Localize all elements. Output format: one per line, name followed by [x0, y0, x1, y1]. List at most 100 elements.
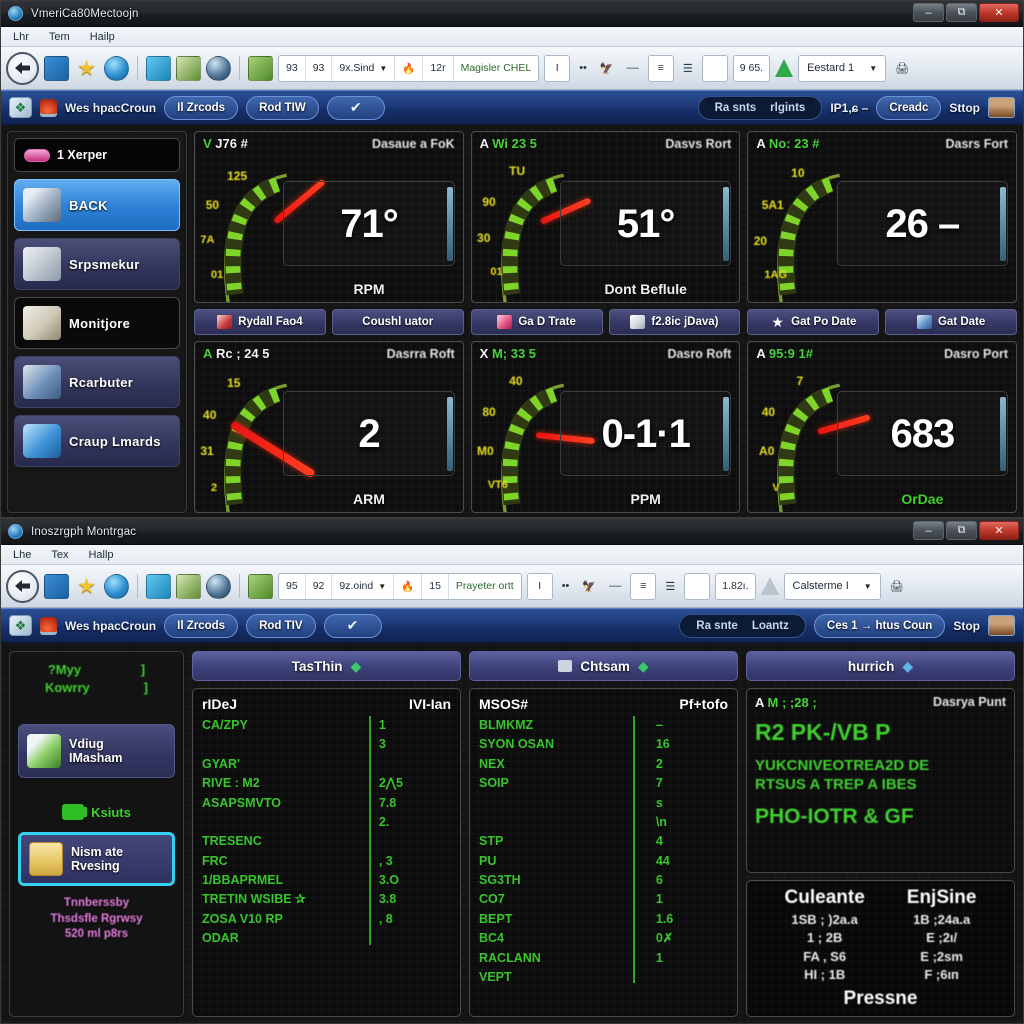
close-button[interactable]: ✕	[979, 3, 1019, 22]
gauge-card[interactable]: V J76 # Dasaue a FoK 125 50 7A 01 71° RP…	[194, 131, 464, 303]
text-tool-icon[interactable]: I	[544, 54, 571, 82]
appbar-pill-1[interactable]: Il Zrcods	[164, 613, 239, 638]
menu-item-file[interactable]: Lhe	[13, 549, 31, 561]
green-box-icon[interactable]	[248, 573, 273, 599]
green-box-icon[interactable]	[248, 55, 273, 81]
stop-button[interactable]: Stop	[953, 619, 980, 633]
menu-item-help[interactable]: Hailp	[90, 31, 115, 43]
button-rydall-fao4[interactable]: Rydall Fao4	[194, 309, 326, 335]
globe-icon[interactable]	[104, 573, 129, 599]
minimize-button[interactable]: –	[913, 3, 944, 22]
leaf-icon[interactable]: ❖	[9, 97, 32, 118]
gauge-card[interactable]: A Rc ; 24 5 Dasrra Roft 15 40 31 2 2 ARM	[194, 341, 464, 513]
grid-green-icon[interactable]	[176, 573, 201, 599]
toolbar-value-d[interactable]: 9 65.	[732, 54, 771, 82]
menu-item-tools[interactable]: Tem	[49, 31, 70, 43]
vdiug-imasham-button[interactable]: Vdiug IMasham	[18, 724, 175, 778]
plate-icon[interactable]	[701, 54, 728, 82]
lines-icon[interactable]: ≡	[647, 54, 674, 82]
toolbar-value-a[interactable]: 93	[279, 55, 306, 81]
chart-cyan-icon[interactable]	[146, 573, 171, 599]
close-button[interactable]: ✕	[979, 521, 1019, 540]
stack-icon[interactable]: ☰	[661, 573, 679, 600]
check-icon[interactable]: ✔	[326, 95, 385, 120]
gauge-card[interactable]: A No: 23 # Dasrs Fort 10 5A1 20 1AG 26 –	[747, 131, 1018, 303]
panel-body-display[interactable]: A M ; ;28 ; Dasrya Punt R2 PK-/VB P YUKC…	[746, 688, 1015, 873]
toolbar-dropdown[interactable]: 9z.oind ▼	[332, 573, 395, 599]
gauge-card[interactable]: A 95:9 1# Dasro Port 7 40 A0 V 683 OrDae	[747, 341, 1018, 513]
toolbar-value-c[interactable]: 15	[422, 573, 449, 599]
printer-icon[interactable]: 🖨	[891, 55, 913, 82]
lock-icon[interactable]	[40, 616, 57, 635]
sidebar-item-rcarbuter[interactable]: Rcarbuter	[14, 356, 180, 408]
minimize-button[interactable]: –	[913, 521, 944, 540]
panel-header[interactable]: TasThin ◆	[192, 651, 461, 681]
panel-header[interactable]: hurrich ◆	[746, 651, 1015, 681]
button-gat-date[interactable]: Gat Date	[885, 309, 1018, 335]
back-arrow-icon[interactable]	[6, 569, 39, 603]
gauge-card[interactable]: X M; 33 5 Dasro Roft 40 80 M0 VT6 0-1·1 …	[470, 341, 741, 513]
toolbar-value-c[interactable]: 12r	[423, 55, 454, 81]
globe-icon[interactable]	[104, 55, 129, 81]
menu-item-tools[interactable]: Tex	[51, 549, 68, 561]
chevron-down-icon[interactable]: ◆	[902, 658, 913, 675]
panel-body[interactable]: rIDeJ IVI-Ian CA/ZPY 1 3 GYAR' RIVE : M2 2…	[192, 688, 461, 1017]
flame-icon[interactable]: 🔥	[395, 55, 424, 81]
stop-button[interactable]: Sttop	[949, 101, 980, 115]
star-icon[interactable]: ★	[74, 56, 99, 81]
nism-ate-rvesing-button[interactable]: Nism ate Rvesing	[18, 832, 175, 886]
gauge-card[interactable]: A Wi 23 5 Dasvs Rort TU 90 30 01 51° Don…	[470, 131, 741, 303]
ball-icon[interactable]	[206, 55, 231, 81]
menu-item-file[interactable]: Lhr	[13, 31, 29, 43]
button-f28ic-dava[interactable]: f2.8ic jDava)	[608, 309, 741, 335]
titlebar-top[interactable]: VmeriCa80Mectoojn – ⧉ ✕	[1, 1, 1023, 27]
lock-icon[interactable]	[40, 98, 57, 117]
panel-header[interactable]: Chtsam ◆	[469, 651, 738, 681]
button-coushl-uator[interactable]: Coushl uator	[331, 309, 464, 335]
toolbar-value-b[interactable]: 92	[306, 573, 333, 599]
toolbar-dropdown[interactable]: 9x.Sind ▼	[332, 55, 396, 81]
appbar-pill-1[interactable]: Il Zrcods	[164, 95, 239, 120]
chevron-down-icon[interactable]: ◆	[638, 658, 649, 675]
toolbar-value-b[interactable]: 93	[306, 55, 333, 81]
maximize-button[interactable]: ⧉	[946, 3, 977, 22]
toolbar-value-a[interactable]: 95	[279, 573, 306, 599]
button-ga-d-trate[interactable]: Ga D Trate	[470, 309, 603, 335]
chart-blue-icon[interactable]	[44, 573, 69, 599]
chart-blue-icon[interactable]	[44, 55, 69, 81]
button-gat-po-date[interactable]: ★ Gat Po Date	[747, 309, 880, 335]
toolbar-label-magisler[interactable]: Magisler CHEL	[454, 56, 539, 81]
image-thumb-icon[interactable]	[988, 615, 1015, 636]
toolbar-value-d[interactable]: 1.82ı.	[715, 572, 756, 600]
create-button[interactable]: Creadc	[876, 95, 942, 120]
appbar-ip-text[interactable]: Ces 1 → htus Coun	[813, 613, 946, 638]
toolbar-label-prayeter[interactable]: Prayeter ortt	[449, 574, 521, 599]
sidebar-item-monitjore[interactable]: Monitjore	[14, 297, 180, 349]
chevron-down-icon[interactable]: ◆	[350, 658, 361, 675]
toolbar-select[interactable]: Calsterme I ▼	[783, 572, 881, 600]
flame-icon[interactable]: 🔥	[394, 573, 423, 599]
back-arrow-icon[interactable]	[6, 51, 39, 85]
green-triangle-icon[interactable]	[775, 59, 794, 77]
lines-icon[interactable]: ≡	[630, 572, 657, 600]
check-icon[interactable]: ✔	[323, 613, 382, 638]
panel-body[interactable]: MSOS# Pf+tofo BLMKMZ – SYON OSAN 16 NEX 2 S…	[469, 688, 738, 1017]
grid-green-icon[interactable]	[176, 55, 201, 81]
plate-icon[interactable]	[684, 572, 711, 600]
appbar-pill-2[interactable]: Rod TIW	[246, 95, 319, 120]
toolbar-select[interactable]: Eestard 1 ▼	[798, 54, 887, 82]
pressure-panel[interactable]: Culeante 1SB ; )2a.a 1 ; 2B FA , S6 HI ;…	[746, 880, 1015, 1017]
ball-icon[interactable]	[206, 573, 231, 599]
printer-icon[interactable]: 🖨	[886, 573, 908, 600]
bird-red-icon[interactable]: 🦅	[578, 573, 600, 600]
menu-item-help[interactable]: Hallp	[88, 549, 113, 561]
grey-triangle-icon[interactable]	[760, 577, 779, 595]
bird-red-icon[interactable]: 🦅	[596, 55, 618, 82]
text-tool-icon[interactable]: I	[526, 572, 553, 600]
appbar-pill-2[interactable]: Rod TIV	[246, 613, 316, 638]
image-thumb-icon[interactable]	[988, 97, 1015, 118]
chart-cyan-icon[interactable]	[146, 55, 171, 81]
sidebar-item-craup-lmards[interactable]: Craup Lmards	[14, 415, 180, 467]
stack-icon[interactable]: ☰	[679, 55, 697, 82]
maximize-button[interactable]: ⧉	[946, 521, 977, 540]
